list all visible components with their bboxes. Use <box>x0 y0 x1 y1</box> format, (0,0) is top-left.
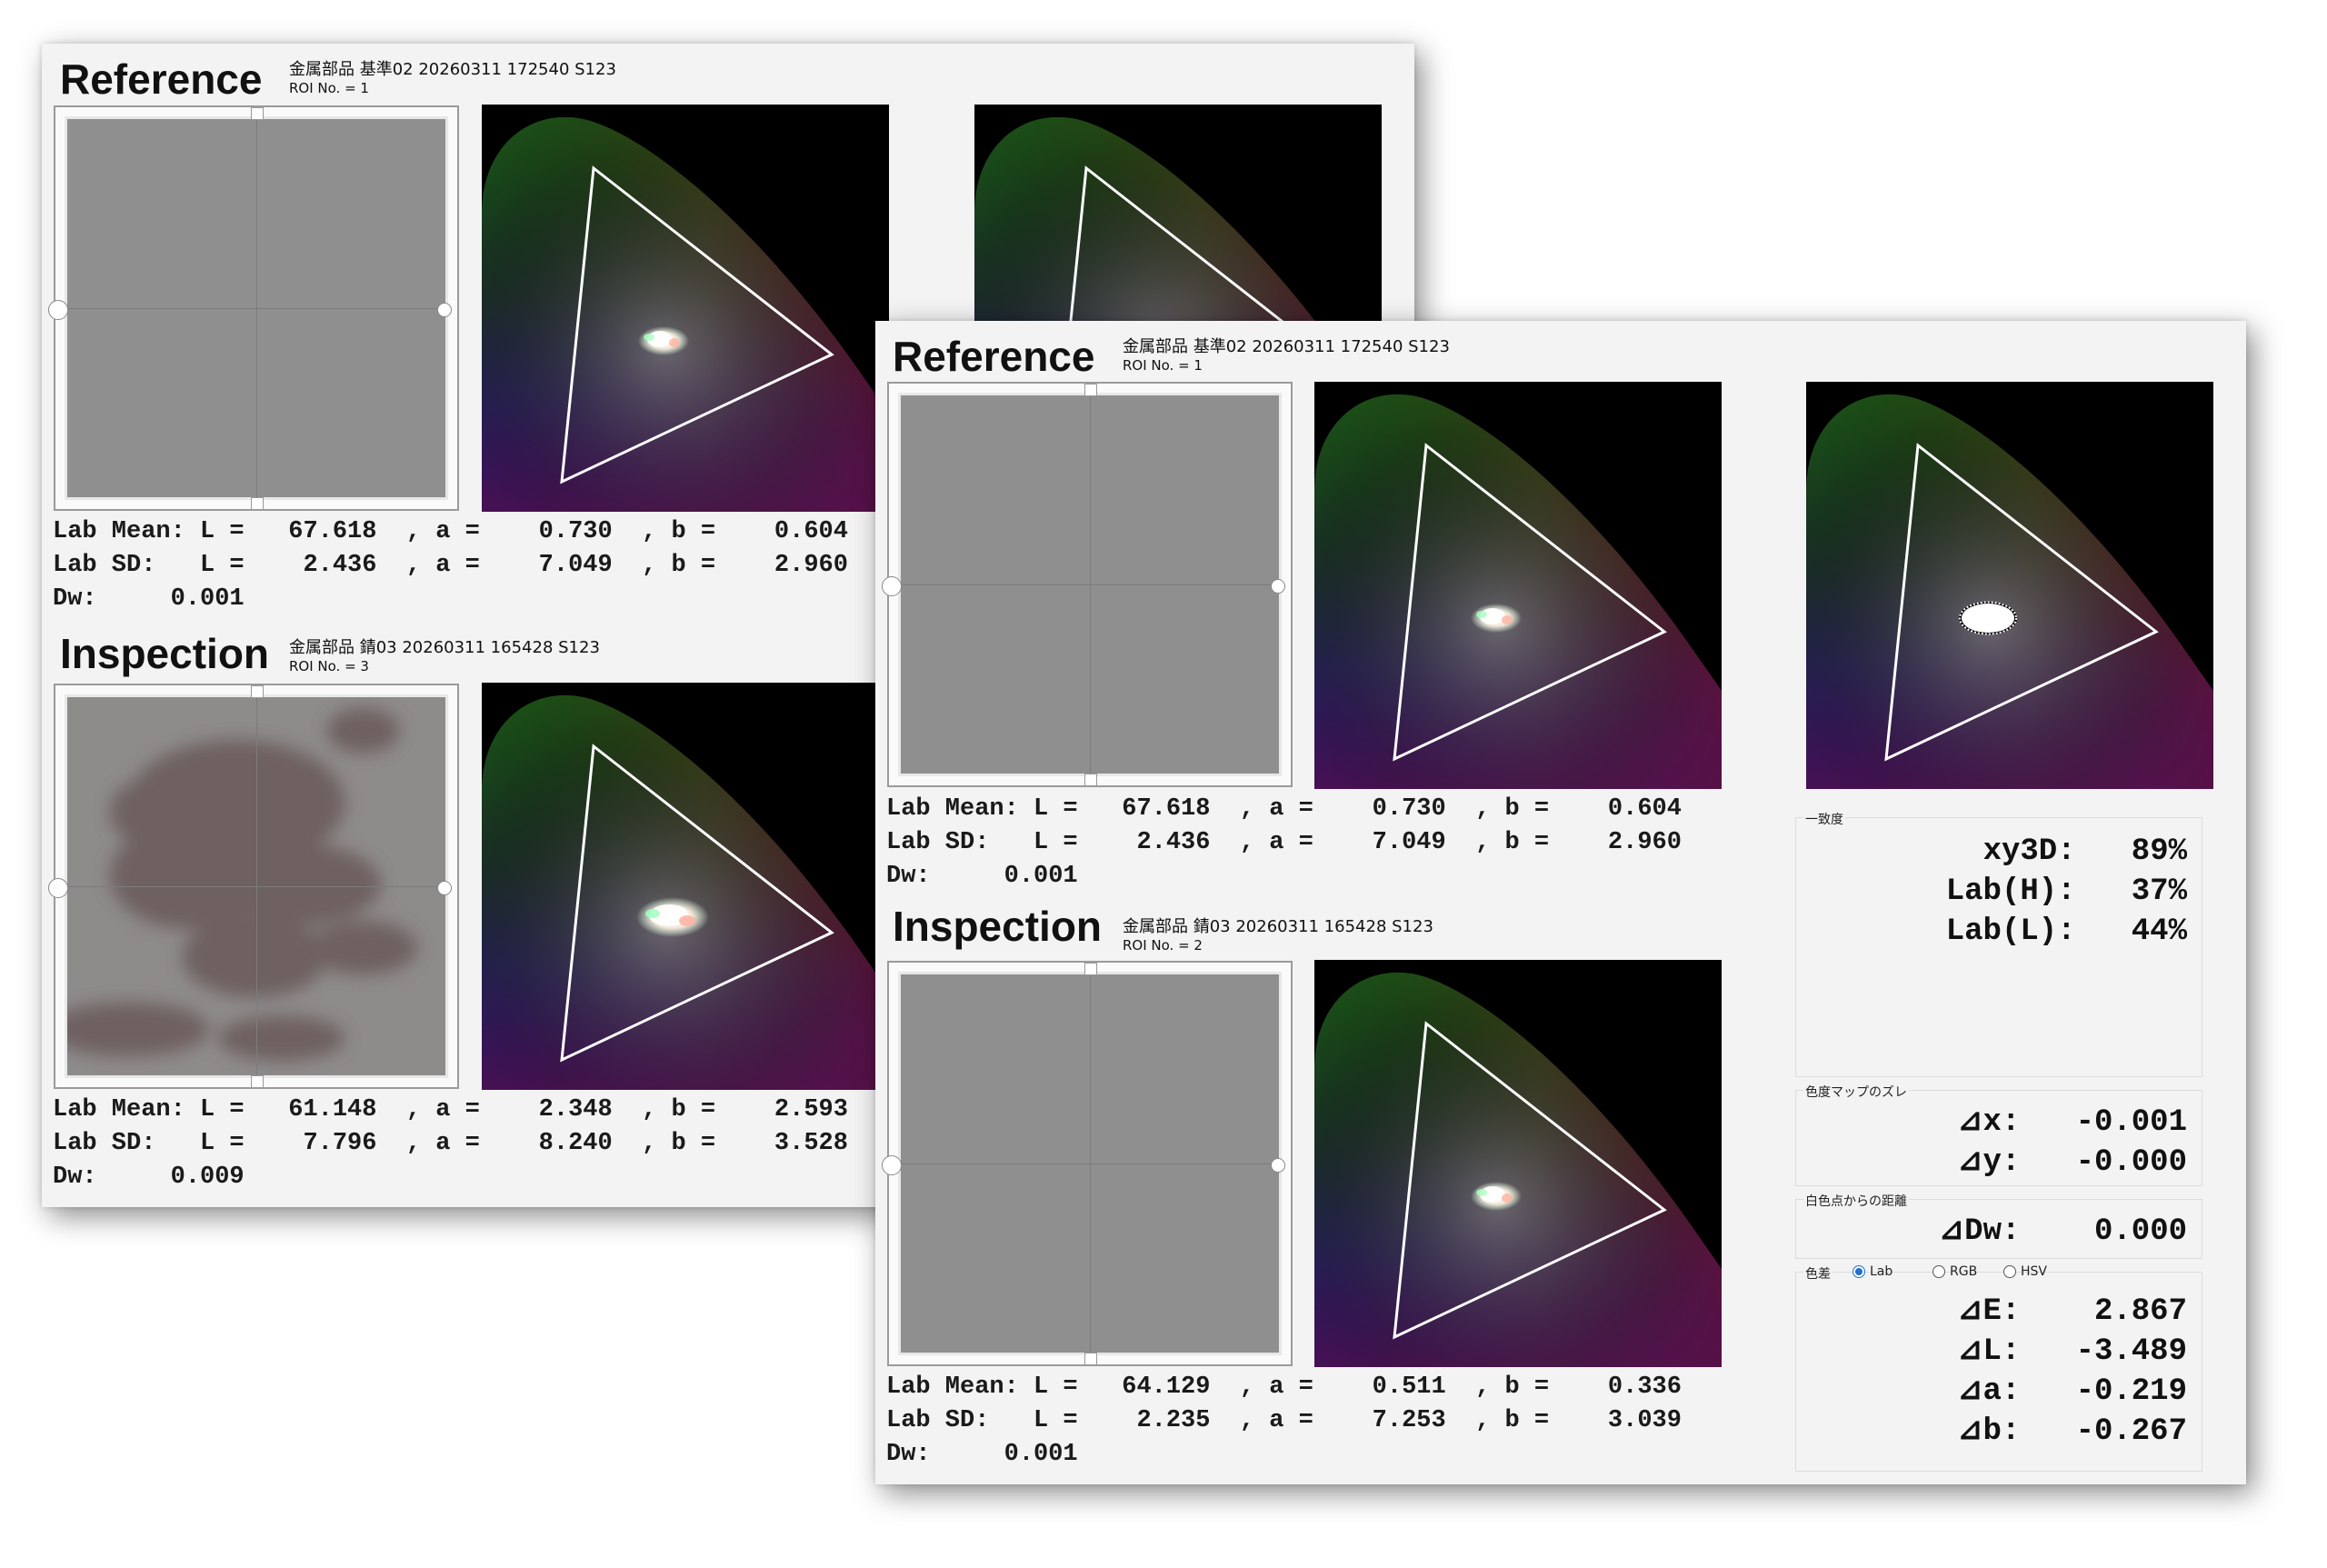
inspection-sample-image <box>65 694 448 1078</box>
radio-rgb[interactable]: RGB <box>1933 1264 1977 1279</box>
inspection-meta: 金属部品 錆03 20260311 165428 S123 <box>1123 917 1433 936</box>
roi-handle-right[interactable] <box>437 881 452 895</box>
lab-mean-row: Lab Mean: L = 61.148 , a = 2.348 , b = 2… <box>53 1096 848 1124</box>
dw-row: Dw: 0.009 <box>53 1164 245 1191</box>
reference-lab-stats: Lab Mean: L = 67.618 , a = 0.730 , b = 0… <box>53 515 848 616</box>
inspection-roi: ROI No. = 3 <box>289 658 369 674</box>
chroma-shift-label: 色度マップのズレ <box>1803 1083 1909 1101</box>
reference-title: Reference <box>60 55 263 103</box>
dw-row: Dw: 0.001 <box>53 585 245 613</box>
radio-rgb-indicator[interactable] <box>1933 1265 1945 1278</box>
dw-row: Dw: 0.001 <box>886 1441 1078 1468</box>
delta-y-value: ⊿y: -0.000 <box>1957 1145 2187 1180</box>
lab-sd-row: Lab SD: L = 7.796 , a = 8.240 , b = 3.52… <box>53 1130 848 1157</box>
color-difference-label: 色差 <box>1803 1264 1833 1283</box>
front-analysis-window: Reference 金属部品 基準02 20260311 172540 S123… <box>875 321 2246 1484</box>
dw-row: Dw: 0.001 <box>886 863 1078 890</box>
inspection-roi-image[interactable] <box>882 961 1293 1366</box>
roi-handle-top[interactable] <box>251 107 264 120</box>
inspection-title: Inspection <box>60 630 270 677</box>
reference-roi: ROI No. = 1 <box>289 80 369 96</box>
radio-lab-label: Lab <box>1870 1264 1893 1279</box>
roi-handle-bottom[interactable] <box>251 1075 264 1088</box>
reference-chromaticity-diagram <box>482 105 889 512</box>
radio-hsv-indicator[interactable] <box>2003 1265 2016 1278</box>
lab-mean-row: Lab Mean: L = 67.618 , a = 0.730 , b = 0… <box>53 518 848 545</box>
roi-handle-bottom[interactable] <box>251 497 264 510</box>
roi-handle-left[interactable] <box>48 878 68 898</box>
inspection-chromaticity-diagram <box>482 683 889 1090</box>
roi-handle-left[interactable] <box>882 1155 902 1175</box>
inspection-roi: ROI No. = 2 <box>1123 937 1203 954</box>
delta-b-value: ⊿b: -0.267 <box>1957 1414 2187 1449</box>
reference-roi-image[interactable] <box>882 382 1293 787</box>
match-score-panel: 一致度 xy3D: 89% Lab(H): 37% Lab(L): 44% <box>1795 810 2202 1077</box>
delta-dw-value: ⊿Dw: 0.000 <box>1938 1214 2187 1249</box>
radio-rgb-label: RGB <box>1950 1264 1978 1279</box>
lab-mean-row: Lab Mean: L = 67.618 , a = 0.730 , b = 0… <box>886 795 1682 823</box>
match-score-label: 一致度 <box>1803 810 1845 828</box>
reference-sample-image <box>898 393 1282 776</box>
roi-handle-left[interactable] <box>48 300 68 320</box>
roi-handle-bottom[interactable] <box>1084 1353 1097 1365</box>
lab-mean-row: Lab Mean: L = 64.129 , a = 0.511 , b = 0… <box>886 1373 1682 1401</box>
reference-roi: ROI No. = 1 <box>1123 357 1203 374</box>
inspection-roi-image[interactable] <box>48 684 459 1089</box>
white-point-distance-panel: 白色点からの距離 ⊿Dw: 0.000 <box>1795 1192 2202 1259</box>
inspection-lab-stats: Lab Mean: L = 61.148 , a = 2.348 , b = 2… <box>53 1094 848 1194</box>
delta-a-value: ⊿a: -0.219 <box>1957 1374 2187 1409</box>
reference-chromaticity-diagram <box>1314 382 1722 789</box>
reference-title: Reference <box>893 333 1095 380</box>
reference-roi-image[interactable] <box>48 105 459 511</box>
roi-handle-left[interactable] <box>882 576 902 596</box>
roi-handle-right[interactable] <box>1271 579 1285 594</box>
reference-meta: 金属部品 基準02 20260311 172540 S123 <box>289 60 616 79</box>
roi-handle-bottom[interactable] <box>1084 774 1097 786</box>
delta-e-value: ⊿E: 2.867 <box>1957 1294 2187 1329</box>
match-lab-l: Lab(L): 44% <box>1945 914 2187 949</box>
color-difference-panel: 色差 Lab RGB HSV ⊿E: 2.867 ⊿L: -3.489 ⊿a: … <box>1795 1264 2202 1472</box>
match-lab-h: Lab(H): 37% <box>1945 874 2187 909</box>
chroma-shift-panel: 色度マップのズレ ⊿x: -0.001 ⊿y: -0.000 <box>1795 1083 2202 1186</box>
roi-handle-top[interactable] <box>1084 963 1097 975</box>
inspection-lab-stats: Lab Mean: L = 64.129 , a = 0.511 , b = 0… <box>886 1371 1682 1472</box>
radio-lab[interactable]: Lab <box>1853 1264 1893 1279</box>
delta-l-value: ⊿L: -3.489 <box>1957 1334 2187 1369</box>
roi-handle-right[interactable] <box>1271 1158 1285 1173</box>
roi-handle-right[interactable] <box>437 303 452 317</box>
lab-sd-row: Lab SD: L = 2.436 , a = 7.049 , b = 2.96… <box>886 829 1682 856</box>
comparison-chromaticity-diagram <box>1806 382 2213 789</box>
inspection-meta: 金属部品 錆03 20260311 165428 S123 <box>289 638 600 657</box>
radio-hsv-label: HSV <box>2021 1264 2047 1279</box>
inspection-title: Inspection <box>893 903 1103 950</box>
lab-sd-row: Lab SD: L = 2.436 , a = 7.049 , b = 2.96… <box>53 552 848 579</box>
reference-meta: 金属部品 基準02 20260311 172540 S123 <box>1123 337 1450 356</box>
match-xy3d: xy3D: 89% <box>1982 834 2187 869</box>
inspection-sample-image <box>898 972 1282 1355</box>
reference-sample-image <box>65 116 448 500</box>
roi-handle-top[interactable] <box>1084 384 1097 396</box>
roi-handle-top[interactable] <box>251 685 264 698</box>
reference-lab-stats: Lab Mean: L = 67.618 , a = 0.730 , b = 0… <box>886 793 1682 894</box>
delta-x-value: ⊿x: -0.001 <box>1957 1105 2187 1140</box>
white-point-distance-label: 白色点からの距離 <box>1803 1192 1909 1210</box>
inspection-chromaticity-diagram <box>1314 960 1722 1367</box>
lab-sd-row: Lab SD: L = 2.235 , a = 7.253 , b = 3.03… <box>886 1407 1682 1434</box>
radio-lab-indicator[interactable] <box>1853 1265 1865 1278</box>
radio-hsv[interactable]: HSV <box>2003 1264 2047 1279</box>
